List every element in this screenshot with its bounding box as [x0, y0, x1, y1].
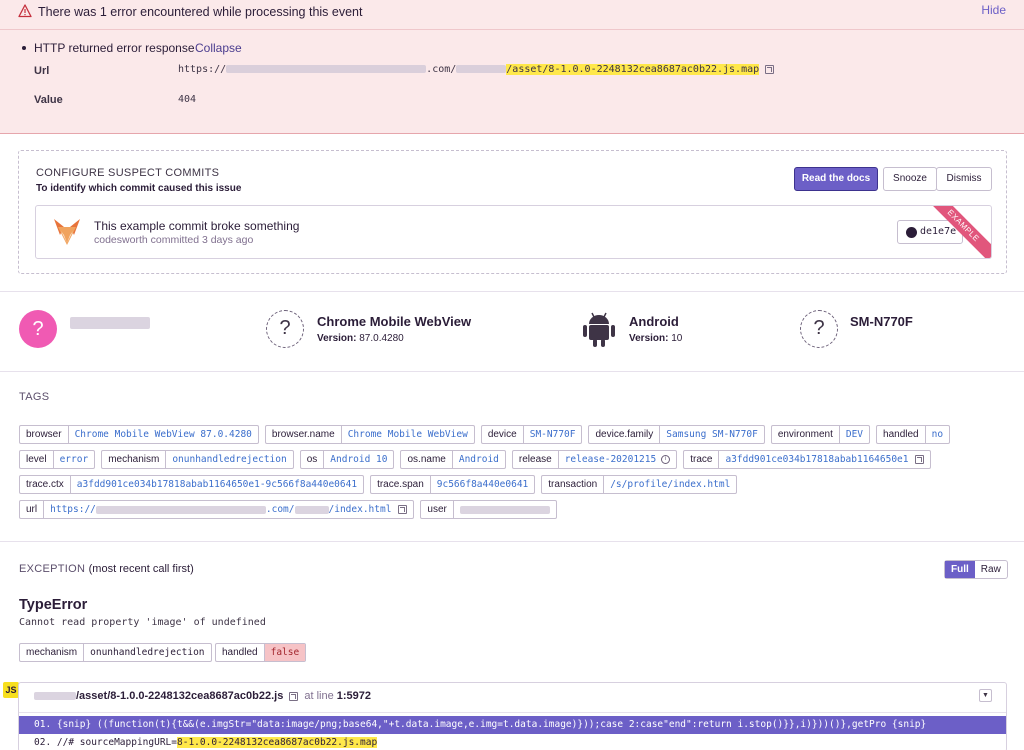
javascript-icon: JS	[3, 682, 19, 698]
tags-heading: TAGS	[19, 391, 50, 403]
os-name: Android	[629, 314, 679, 329]
tag-user[interactable]: user	[420, 500, 557, 519]
dismiss-button[interactable]: Dismiss	[936, 167, 992, 191]
view-toggle: Full Raw	[944, 560, 1008, 579]
commit-meta: codesworth committed 3 days ago	[94, 234, 254, 246]
external-link-icon[interactable]	[289, 691, 299, 701]
bullet-icon	[22, 46, 26, 50]
url-highlight: /asset/8-1.0.0-2248132cea8687ac0b22.js.m…	[506, 64, 760, 75]
stack-frame: /asset/8-1.0.0-2248132cea8687ac0b22.js at…	[18, 682, 1007, 750]
external-link-icon[interactable]	[915, 455, 925, 464]
redacted-path	[456, 65, 507, 73]
context-device: ? SM-N770F	[800, 310, 980, 350]
divider	[0, 371, 1024, 372]
suspect-commits-panel: CONFIGURE SUSPECT COMMITS To identify wh…	[18, 150, 1007, 274]
external-link-icon[interactable]	[765, 64, 775, 74]
commit-message: This example commit broke something	[94, 219, 300, 233]
tag-url[interactable]: url https://.com//index.html	[19, 500, 415, 519]
chevron-down-icon[interactable]: ▼	[979, 689, 992, 702]
suspect-commits-title: CONFIGURE SUSPECT COMMITS	[36, 167, 220, 179]
tag-row: browser Chrome Mobile WebView 87.0.4280 b…	[19, 425, 1009, 444]
tag-handled-exception: handled false	[215, 643, 307, 662]
value-text: 404	[178, 94, 197, 105]
snooze-button[interactable]: Snooze	[883, 167, 937, 191]
tag-device-family[interactable]: device.family Samsung SM-N770F	[588, 425, 765, 444]
redacted-host	[95, 505, 266, 514]
tag-environment[interactable]: environment DEV	[770, 425, 871, 444]
tag-row: trace.ctx a3fdd901ce034b17818abab1164650e…	[19, 475, 1009, 494]
context-browser: ? Chrome Mobile WebView Version: 87.0.42…	[266, 310, 516, 350]
tag-browser[interactable]: browser Chrome Mobile WebView 87.0.4280	[19, 425, 259, 444]
error-banner-header: There was 1 error encountered while proc…	[0, 0, 1024, 30]
tag-level[interactable]: level error	[19, 450, 96, 469]
url-label: Url	[34, 65, 50, 77]
browser-version: Version: 87.0.4280	[317, 333, 404, 344]
example-commit-card: This example commit broke something code…	[35, 205, 992, 259]
suspect-commits-subtitle: To identify which commit caused this iss…	[36, 183, 242, 194]
error-banner-title: There was 1 error encountered while proc…	[38, 5, 363, 19]
error-banner: There was 1 error encountered while proc…	[0, 0, 1024, 134]
collapse-link[interactable]: Collapse	[195, 41, 242, 55]
unknown-device-icon: ?	[800, 310, 838, 348]
fox-avatar-icon	[54, 219, 80, 245]
tag-row: url https://.com//index.html user	[19, 500, 1009, 519]
hide-button[interactable]: Hide	[981, 3, 1006, 17]
warning-icon	[18, 4, 32, 18]
tag-trace-ctx[interactable]: trace.ctx a3fdd901ce034b17818abab1164650e…	[19, 475, 365, 494]
read-docs-button[interactable]: Read the docs	[794, 167, 878, 191]
redacted-user-name	[70, 317, 150, 329]
tag-os[interactable]: os Android 10	[299, 450, 395, 469]
tag-device[interactable]: device SM-N770F	[480, 425, 583, 444]
tag-transaction[interactable]: transaction/s/profile/index.html	[541, 475, 738, 494]
tag-mechanism[interactable]: mechanism onunhandledrejection	[101, 450, 294, 469]
browser-name: Chrome Mobile WebView	[317, 314, 472, 329]
divider	[0, 291, 1024, 292]
device-name: SM-N770F	[850, 314, 913, 329]
context-os: Android Version: 10	[580, 310, 760, 350]
context-user: ?	[19, 310, 219, 350]
redacted-path	[294, 505, 329, 514]
code-line: 02. //# sourceMappingURL=8-1.0.0-2248132…	[34, 737, 378, 748]
full-view-button[interactable]: Full	[945, 561, 975, 578]
tag-mechanism-exception: mechanism onunhandledrejection	[19, 643, 212, 662]
redacted-path	[34, 692, 76, 701]
value-label: Value	[34, 94, 63, 106]
raw-view-button[interactable]: Raw	[975, 561, 1007, 578]
tag-browser-name[interactable]: browser.name Chrome Mobile WebView	[264, 425, 475, 444]
tag-os-name[interactable]: os.name Android	[400, 450, 506, 469]
tags-list: browser Chrome Mobile WebView 87.0.4280 b…	[19, 425, 1009, 525]
info-icon[interactable]: i	[661, 455, 671, 464]
commit-sha: de1e7e	[920, 226, 957, 237]
url-prefix: https://	[178, 64, 227, 75]
unknown-browser-icon: ?	[266, 310, 304, 348]
tag-trace[interactable]: trace a3fdd901ce034b17818abab1164650e1	[683, 450, 932, 469]
redacted-host	[226, 65, 427, 73]
tag-trace-span[interactable]: trace.span 9c566f8a440e0641	[370, 475, 536, 494]
redacted-user	[459, 505, 550, 514]
exception-message: Cannot read property 'image' of undefine…	[19, 617, 266, 628]
frame-file: /asset/8-1.0.0-2248132cea8687ac0b22.js at…	[34, 690, 371, 702]
stack-frame-header[interactable]: /asset/8-1.0.0-2248132cea8687ac0b22.js at…	[19, 683, 1006, 713]
divider	[0, 541, 1024, 542]
url-value: https:// .com/ /asset/8-1.0.0-2248132cea86…	[178, 64, 775, 75]
tag-handled[interactable]: handled no	[876, 425, 951, 444]
user-avatar-icon: ?	[19, 310, 57, 348]
android-icon	[583, 312, 615, 347]
external-link-icon[interactable]	[398, 505, 408, 514]
exception-heading: EXCEPTION (most recent call first)	[19, 563, 194, 575]
url-mid: .com/	[426, 64, 457, 75]
tag-row: level error mechanism onunhandledrejection…	[19, 450, 1009, 469]
os-version: Version: 10	[629, 333, 683, 344]
exception-type: TypeError	[19, 597, 88, 613]
code-line-active: 01. {snip} ((function(t){t&&(e.imgStr="d…	[19, 716, 1006, 734]
github-icon	[906, 227, 917, 238]
error-type: HTTP returned error response	[34, 41, 195, 55]
tag-release[interactable]: release release-20201215 i	[511, 450, 678, 469]
